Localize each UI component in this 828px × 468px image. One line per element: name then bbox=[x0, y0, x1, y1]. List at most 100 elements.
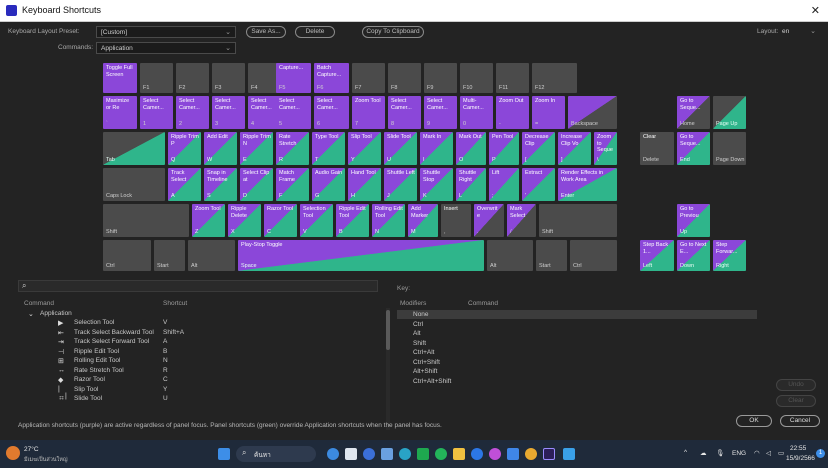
key-minus[interactable]: Zoom Out - bbox=[496, 96, 529, 129]
browser-icon[interactable] bbox=[399, 448, 411, 460]
key-u[interactable]: Slide Tool U bbox=[384, 132, 417, 165]
key-down[interactable]: Go to Next E... Down bbox=[677, 240, 710, 271]
key-x[interactable]: Ripple Delete X bbox=[228, 204, 261, 237]
modifier-row[interactable]: Alt+Shift bbox=[397, 367, 757, 376]
key-caps[interactable]: Caps Lock bbox=[103, 168, 165, 201]
key-j[interactable]: Shuttle Left J bbox=[384, 168, 417, 201]
key-space[interactable]: Play-Stop Toggle Space bbox=[238, 240, 484, 271]
key-lalt[interactable]: Alt bbox=[188, 240, 235, 271]
clock-time[interactable]: 22:55 bbox=[790, 445, 806, 452]
notification-badge[interactable]: 1 bbox=[816, 449, 825, 458]
clear-button[interactable]: Clear bbox=[776, 395, 816, 407]
table-row[interactable]: ↔ Rate Stretch Tool R bbox=[18, 367, 378, 376]
key-n0[interactable]: Multi-Camer... 0 bbox=[460, 96, 493, 129]
xbox-icon[interactable] bbox=[417, 448, 429, 460]
key-quote[interactable]: Extract ' bbox=[522, 168, 555, 201]
key-end[interactable]: Go to Seque... End bbox=[677, 132, 710, 165]
network-status-icon[interactable]: ☁ bbox=[700, 449, 707, 457]
key-semi[interactable]: Lift; bbox=[489, 168, 519, 201]
key-right[interactable]: Step Forwar... Right bbox=[713, 240, 746, 271]
undo-button[interactable]: Undo bbox=[776, 379, 816, 391]
key-lbr[interactable]: Decrease Clip [ bbox=[522, 132, 555, 165]
key-l[interactable]: Shuttle Right L bbox=[456, 168, 486, 201]
key-lshift[interactable]: Shift bbox=[103, 204, 189, 237]
chat-icon[interactable] bbox=[327, 448, 339, 460]
facebook-icon[interactable] bbox=[471, 448, 483, 460]
key-f9[interactable]: F9 bbox=[424, 63, 457, 93]
table-row[interactable]: ⇥ Track Select Forward Tool A bbox=[18, 338, 378, 347]
key-d[interactable]: Select Clip at D bbox=[240, 168, 273, 201]
key-f11[interactable]: F11 bbox=[496, 63, 529, 93]
weather-icon[interactable] bbox=[6, 446, 20, 460]
key-comma[interactable]: Insert, bbox=[441, 204, 471, 237]
key-q[interactable]: Ripple Trim P Q bbox=[168, 132, 201, 165]
key-g[interactable]: Audio Gain G bbox=[312, 168, 345, 201]
save-as-button[interactable]: Save As... bbox=[246, 26, 286, 38]
key-rshift[interactable]: Shift bbox=[539, 204, 617, 237]
clock-date[interactable]: 15/9/2566 bbox=[786, 455, 815, 462]
ok-button[interactable]: OK bbox=[736, 415, 772, 427]
key-r[interactable]: Rate Stretch R bbox=[276, 132, 309, 165]
modifier-row[interactable]: Ctrl+Alt+Shift bbox=[397, 377, 757, 386]
messenger-icon[interactable] bbox=[489, 448, 501, 460]
photos-icon[interactable] bbox=[563, 448, 575, 460]
key-esc[interactable]: Toggle Full Screen bbox=[103, 63, 137, 93]
key-n[interactable]: Rolling Edit Tool N bbox=[372, 204, 405, 237]
key-z[interactable]: Zoom Tool Z bbox=[192, 204, 225, 237]
modifier-row[interactable]: None bbox=[397, 310, 757, 319]
key-f10[interactable]: F10 bbox=[460, 63, 493, 93]
key-f[interactable]: Match Frame F bbox=[276, 168, 309, 201]
windows-start-icon[interactable] bbox=[218, 448, 230, 460]
cancel-button[interactable]: Cancel bbox=[780, 415, 820, 427]
key-ralt[interactable]: Alt bbox=[487, 240, 533, 271]
table-row[interactable]: ⊣ Ripple Edit Tool B bbox=[18, 348, 378, 357]
key-backspace[interactable]: Backspace bbox=[568, 96, 617, 129]
key-tab[interactable]: Tab bbox=[103, 132, 165, 165]
key-k[interactable]: Shuttle Stop K bbox=[420, 168, 453, 201]
folder-icon[interactable] bbox=[453, 448, 465, 460]
key-grave[interactable]: Maximize or Re ` bbox=[103, 96, 137, 129]
modifier-row[interactable]: Ctrl bbox=[397, 320, 757, 329]
key-rstart[interactable]: Start bbox=[536, 240, 567, 271]
column-header-shortcut[interactable]: Shortcut bbox=[163, 300, 187, 307]
key-v[interactable]: Selection Tool V bbox=[300, 204, 333, 237]
store-icon[interactable] bbox=[381, 448, 393, 460]
commands-select[interactable]: Application ⌄ bbox=[96, 42, 236, 54]
volume-icon[interactable]: ◁ bbox=[766, 449, 771, 457]
key-h[interactable]: Hand Tool H bbox=[348, 168, 381, 201]
chrome-icon[interactable] bbox=[525, 448, 537, 460]
key-n1[interactable]: Select Camer... 1 bbox=[140, 96, 173, 129]
key-del[interactable]: Clear Delete bbox=[640, 132, 674, 165]
key-y[interactable]: Slip Tool Y bbox=[348, 132, 381, 165]
key-n5[interactable]: Select Camer... 5 bbox=[276, 96, 311, 129]
key-n6[interactable]: Select Camer... 6 bbox=[314, 96, 349, 129]
premiere-pro-icon[interactable] bbox=[543, 448, 555, 460]
key-w[interactable]: Add Edit W bbox=[204, 132, 237, 165]
table-row[interactable]: ◆ Razor Tool C bbox=[18, 376, 378, 385]
key-n3[interactable]: Select Camer... 3 bbox=[212, 96, 245, 129]
key-i[interactable]: Mark In I bbox=[420, 132, 453, 165]
modifier-row[interactable]: Ctrl+Alt bbox=[397, 348, 757, 357]
line-icon[interactable] bbox=[435, 448, 447, 460]
key-rctrl[interactable]: Ctrl bbox=[570, 240, 617, 271]
key-s[interactable]: Snap in Timeline S bbox=[204, 168, 237, 201]
column-header-command[interactable]: Command bbox=[24, 300, 54, 307]
key-lstart[interactable]: Start bbox=[154, 240, 185, 271]
key-f2[interactable]: F2 bbox=[176, 63, 209, 93]
key-pgup[interactable]: Page Up bbox=[713, 96, 746, 129]
key-f3[interactable]: F3 bbox=[212, 63, 245, 93]
key-b[interactable]: Ripple Edit Tool B bbox=[336, 204, 369, 237]
key-period[interactable]: Overwrit e. bbox=[474, 204, 504, 237]
scrollbar-thumb[interactable] bbox=[386, 310, 390, 350]
close-icon[interactable]: ✕ bbox=[811, 4, 820, 17]
command-list-scrollbar[interactable] bbox=[386, 308, 390, 430]
search-field[interactable]: ⌕ bbox=[18, 280, 378, 292]
command-group-row[interactable]: ⌄ Application bbox=[18, 310, 378, 319]
key-n9[interactable]: Select Camer... 9 bbox=[424, 96, 457, 129]
chevron-up-icon[interactable]: ^ bbox=[684, 449, 687, 456]
table-row[interactable]: ⊞ Rolling Edit Tool N bbox=[18, 357, 378, 366]
table-row[interactable]: |↔| Slip Tool Y bbox=[18, 386, 378, 400]
preset-select[interactable]: [Custom] ⌄ bbox=[96, 26, 236, 38]
file-explorer-icon[interactable] bbox=[345, 448, 357, 460]
modifier-row[interactable]: Ctrl+Shift bbox=[397, 358, 757, 367]
